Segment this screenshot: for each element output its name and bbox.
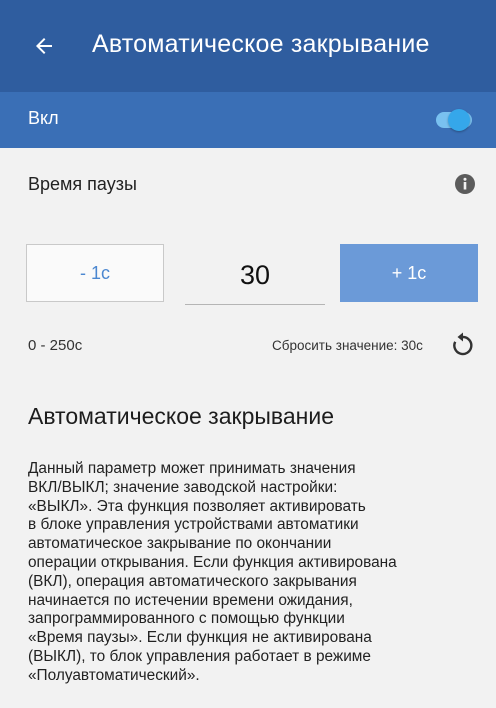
description-line: Данный параметр может принимать значения (28, 460, 356, 477)
decrement-button[interactable]: - 1с (26, 244, 164, 302)
pause-time-label: Время паузы (28, 174, 137, 194)
page-title: Автоматическое закрывание (92, 30, 430, 58)
description-line: автоматическое закрывание по окончании (28, 535, 332, 553)
description-line: «Полуавтоматический». (28, 666, 200, 684)
increment-button[interactable]: + 1с (340, 244, 478, 302)
arrow-left-icon (36, 38, 52, 54)
reset-icon[interactable] (449, 331, 477, 359)
description-text: Данный параметр может принимать значения… (28, 460, 478, 686)
back-button[interactable] (28, 30, 60, 62)
description-line: запрограммированного с помощью функции (28, 610, 345, 628)
description-title: Автоматическое закрывание (28, 403, 334, 429)
app-bar: Автоматическое закрывание (0, 0, 496, 92)
info-icon[interactable] (454, 173, 476, 195)
switch-thumb (448, 109, 470, 131)
reset-value-label: Сбросить значение: 30с (272, 338, 423, 353)
description-line: (ВЫКЛ), то блок управления работает в ре… (28, 647, 371, 665)
enable-switch[interactable] (434, 103, 476, 137)
description-line: «ВЫКЛ». Эта функция позволяет активирова… (28, 497, 366, 515)
enable-row: Вкл (0, 92, 496, 148)
enable-label: Вкл (28, 108, 59, 128)
pause-value-field[interactable]: 30 (185, 252, 325, 305)
description-line: операции открывания. Если функция активи… (28, 553, 397, 571)
description-line: в блоке управления устройствами автомати… (28, 516, 359, 534)
range-text: 0 - 250с (28, 337, 83, 354)
description-line: начинается по истечении времени ожидания… (28, 591, 353, 609)
description-line: ВКЛ/ВЫКЛ; значение заводской настройки: (28, 478, 338, 496)
description-line: (ВКЛ), операция автоматического закрыван… (28, 572, 357, 590)
description-line: «Время паузы». Если функция не активиров… (28, 629, 372, 647)
